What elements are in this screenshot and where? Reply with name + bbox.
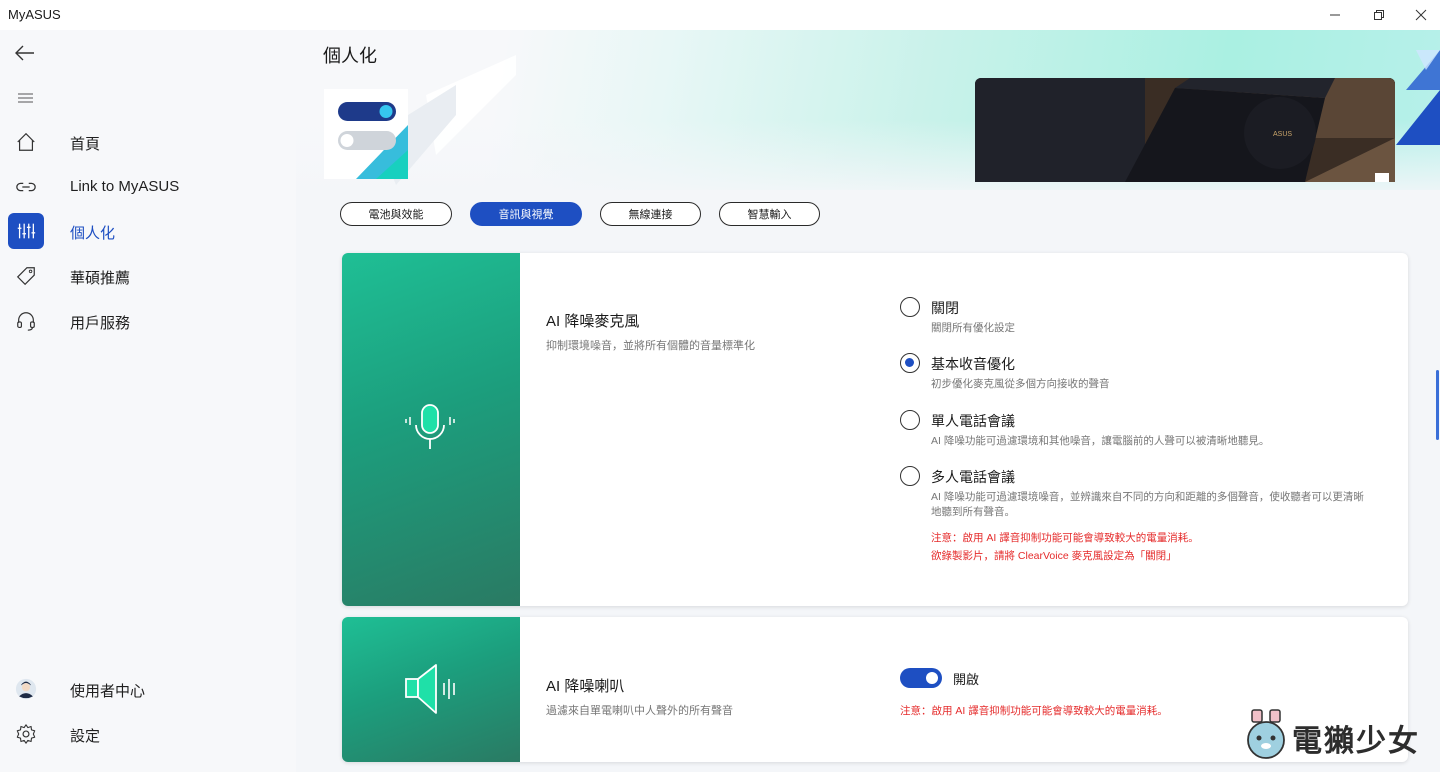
- laptop-banner-image: ASUS: [975, 78, 1395, 182]
- card-banner: [342, 617, 520, 762]
- close-button[interactable]: [1398, 0, 1440, 30]
- sidebar-item-link-to-myasus[interactable]: Link to MyASUS: [0, 167, 296, 207]
- headset-icon: [8, 303, 44, 339]
- back-button[interactable]: [12, 40, 38, 66]
- tag-icon: [8, 258, 44, 294]
- otter-mascot-logo: [1247, 709, 1285, 759]
- svg-text:ASUS: ASUS: [1273, 131, 1292, 138]
- toggle-settings-illustration: [324, 55, 516, 185]
- ai-noise-mic-card: AI 降噪麥克風 抑制環境噪音，並將所有個體的音量標準化 關閉 關閉所有優化設定…: [342, 253, 1408, 606]
- card-title: AI 降噪喇叭: [546, 678, 625, 695]
- speaker-icon: [405, 664, 455, 714]
- speaker-toggle-switch[interactable]: [900, 668, 942, 688]
- option-label: 關閉: [931, 300, 959, 316]
- option-description: 初步優化麥克風從多個方向接收的聲音: [931, 378, 1110, 390]
- option-label: 單人電話會議: [931, 413, 1015, 429]
- microphone-icon: [405, 404, 455, 449]
- sidebar-item-recommendations[interactable]: 華碩推薦: [0, 256, 296, 296]
- main-content: 個人化 ASUS 電池與效能 音訊與視覺 無線連接 智慧輸入 AI 降噪麥克風 …: [296, 30, 1440, 772]
- sidebar-item-label: 設定: [70, 728, 101, 745]
- card-banner: [342, 253, 520, 606]
- sidebar-item-customer-service[interactable]: 用戶服務: [0, 301, 296, 341]
- link-icon: [8, 169, 44, 205]
- card-description: 抑制環境噪音，並將所有個體的音量標準化: [546, 340, 755, 352]
- tab-audio-visual[interactable]: 音訊與視覺: [470, 202, 582, 226]
- vertical-scrollbar[interactable]: [1436, 370, 1439, 440]
- warning-text: 注意：啟用 AI 譯音抑制功能可能會導致較大的電量消耗。: [931, 532, 1199, 544]
- home-icon: [8, 124, 44, 160]
- option-label: 基本收音優化: [931, 356, 1015, 372]
- sidebar-item-user-center[interactable]: 使用者中心: [0, 669, 296, 709]
- sidebar-item-label: Link to MyASUS: [70, 178, 180, 195]
- option-label: 多人電話會議: [931, 469, 1015, 485]
- card-description: 過濾來自單電喇叭中人聲外的所有聲音: [546, 705, 733, 717]
- avatar-icon: [8, 671, 44, 707]
- minimize-button[interactable]: [1312, 0, 1358, 30]
- sidebar-item-label: 用戶服務: [70, 315, 131, 332]
- minimize-icon: [1330, 14, 1340, 16]
- tab-battery-performance[interactable]: 電池與效能: [340, 202, 452, 226]
- close-icon: [1415, 9, 1427, 21]
- warning-text: 欲錄製影片，請將 ClearVoice 麥克風設定為「關閉」: [931, 550, 1177, 562]
- card-title: AI 降噪麥克風: [546, 313, 640, 330]
- sidebar-item-settings[interactable]: 設定: [0, 714, 296, 754]
- hamburger-menu-button[interactable]: [14, 88, 38, 108]
- radio-button[interactable]: [900, 466, 920, 486]
- sidebar-item-personalization[interactable]: 個人化: [0, 211, 296, 251]
- tab-wireless[interactable]: 無線連接: [600, 202, 701, 226]
- radio-button-selected[interactable]: [900, 353, 920, 373]
- gear-icon: [8, 716, 44, 752]
- sliders-icon: [8, 213, 44, 249]
- app-title: MyASUS: [8, 7, 61, 22]
- watermark: 電獺少女: [1244, 708, 1434, 766]
- option-description: AI 降噪功能可過濾環境和其他噪音，讓電腦前的人聲可以被清晰地聽見。: [931, 435, 1270, 447]
- sidebar-item-label: 華碩推薦: [70, 270, 131, 287]
- back-arrow-icon: [15, 45, 34, 61]
- radio-button[interactable]: [900, 410, 920, 430]
- watermark-text: 電獺少女: [1292, 724, 1420, 759]
- warning-text: 注意：啟用 AI 譯音抑制功能可能會導致較大的電量消耗。: [900, 705, 1168, 717]
- option-description: 關閉所有優化設定: [931, 322, 1015, 334]
- restore-button[interactable]: [1356, 0, 1402, 30]
- hamburger-icon: [18, 93, 33, 103]
- sidebar-item-home[interactable]: 首頁: [0, 122, 296, 162]
- sidebar-item-label: 使用者中心: [70, 683, 146, 700]
- toggle-label: 開啟: [953, 672, 980, 687]
- sidebar-item-label: 首頁: [70, 136, 101, 153]
- tab-smart-input[interactable]: 智慧輸入: [719, 202, 820, 226]
- radio-button[interactable]: [900, 297, 920, 317]
- sidebar: 首頁 Link to MyASUS 個人化 華碩推薦 用戶服務 使用者中心 設定: [0, 30, 296, 772]
- restore-icon: [1374, 10, 1384, 20]
- option-description: AI 降噪功能可過濾環境噪音，並辨識來自不同的方向和距離的多個聲音，使收聽者可以…: [931, 491, 1364, 518]
- title-bar: MyASUS: [0, 0, 1440, 30]
- sidebar-item-label: 個人化: [70, 225, 116, 242]
